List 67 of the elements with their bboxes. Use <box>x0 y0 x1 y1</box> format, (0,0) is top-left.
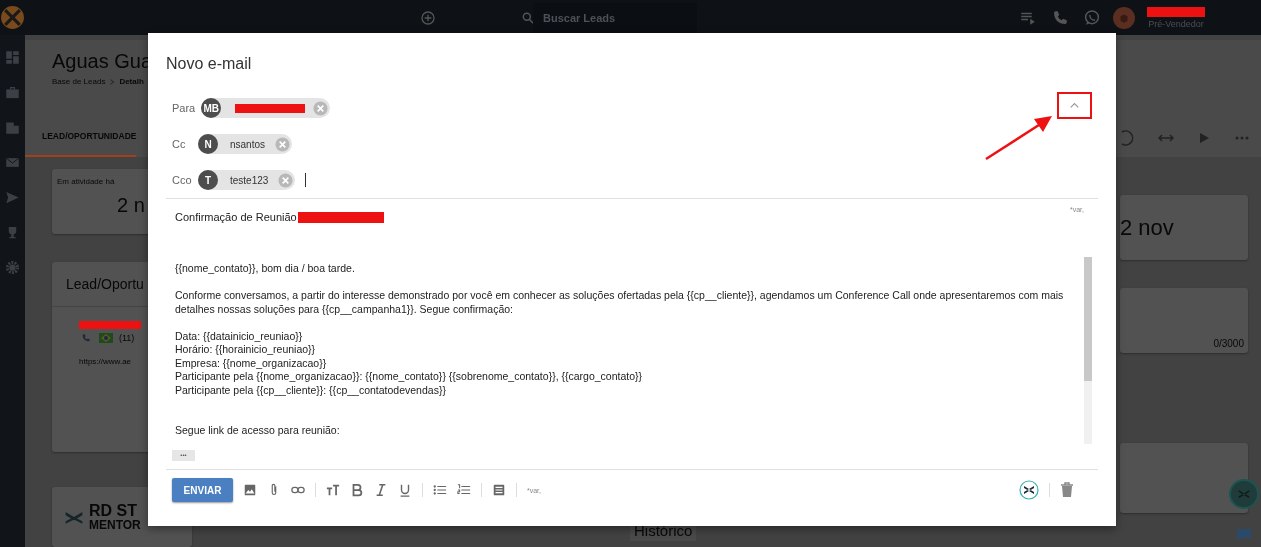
character-counter: 0/3000 <box>1213 338 1244 349</box>
chevron-right-icon <box>108 77 117 86</box>
mail-icon[interactable] <box>5 155 20 170</box>
send-icon[interactable] <box>5 190 20 205</box>
body-text: Data: {{datainicio_reuniao}} <box>175 329 304 343</box>
close-icon[interactable] <box>278 172 294 188</box>
avatar: MB <box>201 98 222 118</box>
chevrons-logo-icon <box>1237 487 1251 501</box>
logo-text: MENTOR <box>89 519 141 531</box>
dashboard-icon[interactable] <box>5 50 20 65</box>
logo-text: RD ST <box>89 503 138 519</box>
chat-icon[interactable] <box>1236 528 1252 542</box>
annotation-arrow <box>984 113 1054 161</box>
card-value: 2 n <box>117 194 145 217</box>
recipient-name: nsantos <box>229 138 267 150</box>
user-role: Pré-Vendedor <box>1148 18 1204 29</box>
scrollbar[interactable] <box>1084 257 1092 444</box>
logo-icon[interactable] <box>0 5 25 30</box>
chat-bubble-icon[interactable] <box>1083 8 1101 27</box>
body-text: Horário: {{horainicio_reuniao}} <box>175 343 317 357</box>
building-icon[interactable] <box>5 120 20 135</box>
card-value: 2 nov <box>1120 214 1174 241</box>
redaction-bar <box>1147 6 1205 17</box>
body-text: Empresa: {{nome_organizacao}} <box>175 356 328 370</box>
close-icon[interactable] <box>275 136 291 152</box>
scrollbar-thumb[interactable] <box>1084 257 1092 381</box>
subject-text: Confirmação de Reunião <box>175 211 297 223</box>
send-button[interactable]: ENVIAR <box>172 478 233 502</box>
user-avatar[interactable] <box>1113 6 1135 29</box>
close-icon[interactable] <box>313 100 329 116</box>
numbered-list-icon[interactable] <box>457 483 471 497</box>
bold-icon[interactable] <box>350 483 364 497</box>
trash-icon[interactable] <box>1060 482 1074 498</box>
redaction-bar <box>235 103 306 113</box>
body-text: Participante pela {{nome_organizacao}}: {{nome_contato}} {{sobrenome_contato}}, {{cargo_contato}} <box>175 370 644 384</box>
recipient-chip[interactable]: MB <box>201 98 331 118</box>
website-link[interactable]: https://www.ae <box>79 357 132 366</box>
body-text: Segue link de acesso para reunião: <box>175 424 341 438</box>
field-label: Cc <box>172 138 187 150</box>
chevrons-logo-icon[interactable] <box>1019 480 1039 500</box>
field-label: Cco <box>172 174 192 186</box>
recipient-chip[interactable]: N nsantos <box>198 134 293 154</box>
text-size-icon[interactable] <box>326 483 340 497</box>
floating-button[interactable] <box>1229 479 1259 509</box>
briefcase-icon[interactable] <box>5 85 20 100</box>
dialog-title: Novo e-mail <box>166 54 253 74</box>
phone-number: (11) <box>119 333 135 343</box>
tab[interactable]: LEAD/OPORTUNIDADE <box>25 131 137 157</box>
redaction-bar <box>79 321 141 329</box>
recipient-chip[interactable]: T teste123 <box>198 170 296 190</box>
field-label: Para <box>172 102 196 114</box>
search-field[interactable]: Buscar Leads <box>533 2 697 33</box>
flag-icon <box>99 333 113 343</box>
body-text: Participante pela {{cp__cliente}}: {{cp__contatodevendas}} <box>175 383 447 397</box>
document-icon[interactable] <box>492 483 506 497</box>
search-icon <box>521 10 535 25</box>
bullet-list-icon[interactable] <box>433 483 447 497</box>
settings-icon[interactable] <box>5 260 20 275</box>
avatar: N <box>198 134 218 154</box>
add-icon[interactable] <box>420 9 436 26</box>
avatar: T <box>198 170 218 190</box>
underline-icon[interactable] <box>398 483 412 497</box>
phone-icon[interactable] <box>1051 8 1069 27</box>
italic-icon[interactable] <box>374 483 388 497</box>
breadcrumb-link[interactable]: Detalh <box>119 77 144 86</box>
image-icon[interactable] <box>243 483 257 497</box>
recipient-name: teste123 <box>229 174 270 186</box>
